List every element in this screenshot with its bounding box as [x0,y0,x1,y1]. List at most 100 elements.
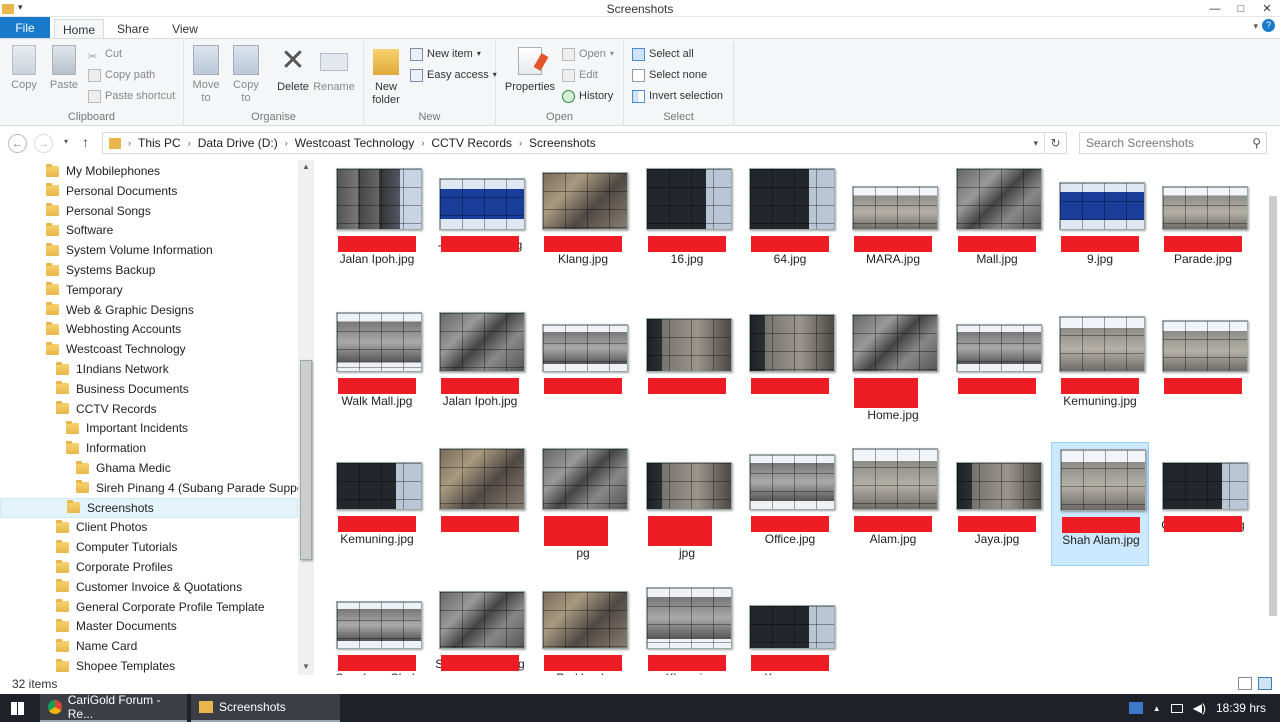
file-item[interactable]: Klang.jpg [638,304,736,428]
copy-path-button[interactable]: Copy path [88,66,155,84]
clock[interactable]: 18:39 hrs [1216,701,1266,715]
nav-item[interactable]: Software [0,220,298,240]
file-item[interactable]: Game Shop.jpg [1154,442,1252,566]
nav-item[interactable]: Sireh Pinang 4 (Subang Parade Support) [0,478,314,498]
file-item[interactable]: ome -Parklands [534,581,632,675]
tab-file[interactable]: File [0,17,50,39]
nav-item[interactable]: Webhosting Accounts [0,319,298,339]
nav-item[interactable]: Systems Backup [0,260,298,280]
file-item[interactable]: Klang.jpg [534,304,632,428]
nav-item[interactable]: Business Documents [0,379,298,399]
file-item[interactable]: Subang Jaya.jpg [431,581,529,675]
volume-icon[interactable]: ◀) [1193,701,1206,715]
battery-icon[interactable] [1170,703,1183,713]
file-item[interactable]: RestoranShah Alam.jpg [1051,442,1149,566]
breadcrumb-this-pc[interactable]: This PC [134,136,185,150]
file-item[interactable]: Home.jpg [1154,304,1252,428]
details-view-icon[interactable] [1238,677,1252,690]
file-item[interactable]: P SubangParade.jpg [1154,162,1252,286]
paste-button[interactable]: Paste [42,45,86,92]
file-item[interactable]: Ipoh -64.jpg [741,162,839,286]
help-icon[interactable]: ? [1262,19,1275,32]
back-button[interactable]: ← [8,134,27,153]
nav-item[interactable]: Screenshots [0,497,298,518]
file-item[interactable]: Home - KlangJaya.jpg [948,442,1046,566]
minimize-button[interactable]: — [1202,0,1228,17]
file-item[interactable]: Dato'ShaHome.jpg [844,304,942,428]
nav-scrollbar[interactable]: ▲ ▼ [298,160,314,675]
nav-item[interactable]: Information [0,438,298,458]
breadcrumb-westcoast[interactable]: Westcoast Technology [291,136,419,150]
address-field[interactable]: › This PC › Data Drive (D:) › Westcoast Te… [102,132,1045,154]
file-item[interactable]: utsal &Snooker - Shah [328,581,426,675]
file-item[interactable]: Companies -Jalan Ipoh.jpg [431,304,529,428]
invert-selection-button[interactable]: Invert selection [632,87,723,105]
nav-item[interactable]: Shopee Templates [0,656,298,675]
network-flag-icon[interactable] [1128,702,1143,714]
nav-item[interactable]: Computer Tutorials [0,537,298,557]
content-scrollbar-thumb[interactable] [1269,196,1277,616]
file-item[interactable]: diaaysiajpg [638,442,736,566]
file-item[interactable]: - Klang.jpg [741,304,839,428]
nav-item[interactable]: Personal Documents [0,181,298,201]
scroll-up-icon[interactable]: ▲ [298,162,314,171]
file-item[interactable]: - Shah Alam.jpg [431,162,529,286]
nav-item[interactable]: Client Photos [0,517,298,537]
file-item[interactable]: Klinik og [431,442,529,566]
scroll-down-icon[interactable]: ▼ [298,662,314,671]
file-item[interactable]: Home - KotaKemuning.jpg [1051,304,1149,428]
start-button[interactable] [0,694,36,722]
cut-button[interactable]: ✂ Cut [88,45,122,63]
nav-item[interactable]: My Mobilephones [0,161,298,181]
file-item[interactable]: AenokJalan Ipoh.jpg [328,162,426,286]
move-to-button[interactable]: Move to [184,45,228,105]
file-item[interactable]: PMARA.jpg [844,162,942,286]
forward-button[interactable]: → [34,134,53,153]
up-button[interactable]: ↑ [82,134,89,150]
nav-item[interactable]: Important Incidents [0,418,298,438]
history-button[interactable]: History [562,87,613,105]
file-item[interactable]: WangsaWalk Mall.jpg [328,304,426,428]
file-item[interactable]: Section9.jpg [1051,162,1149,286]
file-item[interactable]: SACCMall.jpg [948,162,1046,286]
nav-item[interactable]: CCTV Records [0,399,298,419]
nav-item[interactable]: Westcoast Technology [0,339,298,359]
breadcrumb-screenshots[interactable]: Screenshots [525,136,600,150]
rename-button[interactable]: Rename [312,45,356,94]
file-item[interactable]: diaysiapg [534,442,632,566]
recent-locations-icon[interactable]: ▾ [64,137,68,146]
nav-item[interactable]: Name Card [0,636,298,656]
maximize-button[interactable]: □ [1228,0,1254,17]
new-folder-button[interactable]: New folder [364,45,408,107]
nav-item[interactable]: Customer Invoice & Quotations [0,577,298,597]
chevron-up-icon[interactable]: ▲ [1153,704,1161,713]
nav-item[interactable]: Corporate Profiles [0,557,298,577]
nav-item[interactable]: System Volume Information [0,240,298,260]
file-item[interactable]: ipoh -16.jpg [638,162,736,286]
nav-scrollbar-thumb[interactable] [300,360,312,560]
taskbar-chrome[interactable]: CariGold Forum - Re... [40,693,187,722]
paste-shortcut-button[interactable]: Paste shortcut [88,87,175,105]
address-dropdown-icon[interactable]: ▾ [1033,138,1038,149]
delete-button[interactable]: ✕ Delete [271,45,315,94]
content-scrollbar[interactable] [1266,156,1280,675]
file-item[interactable]: ShahAlam.jpg [844,442,942,566]
file-item[interactable]: Corner -Klang.jpg [534,162,632,286]
refresh-button[interactable]: ↻ [1045,132,1067,154]
file-item[interactable]: opitiam- Klang.jpg [638,581,736,675]
taskbar-explorer[interactable]: Screenshots [191,694,340,722]
nav-item[interactable]: Master Documents [0,616,298,636]
breadcrumb-data-drive[interactable]: Data Drive (D:) [194,136,282,150]
nav-item[interactable]: Temporary [0,280,298,300]
select-all-button[interactable]: Select all [632,45,694,63]
easy-access-button[interactable]: Easy access ▾ [410,66,497,84]
properties-button[interactable]: Properties [502,45,558,94]
file-item[interactable]: Co.,Office.jpg [741,442,839,566]
large-icons-view-icon[interactable] [1258,677,1272,690]
nav-item[interactable]: General Corporate Profile Template [0,597,298,617]
ribbon-expand-icon[interactable]: ▾ [1253,21,1258,32]
select-none-button[interactable]: Select none [632,66,707,84]
nav-item[interactable]: Web & Graphic Designs [0,300,298,320]
breadcrumb-cctv-records[interactable]: CCTV Records [427,136,516,150]
file-item[interactable]: KL.jpg [948,304,1046,428]
